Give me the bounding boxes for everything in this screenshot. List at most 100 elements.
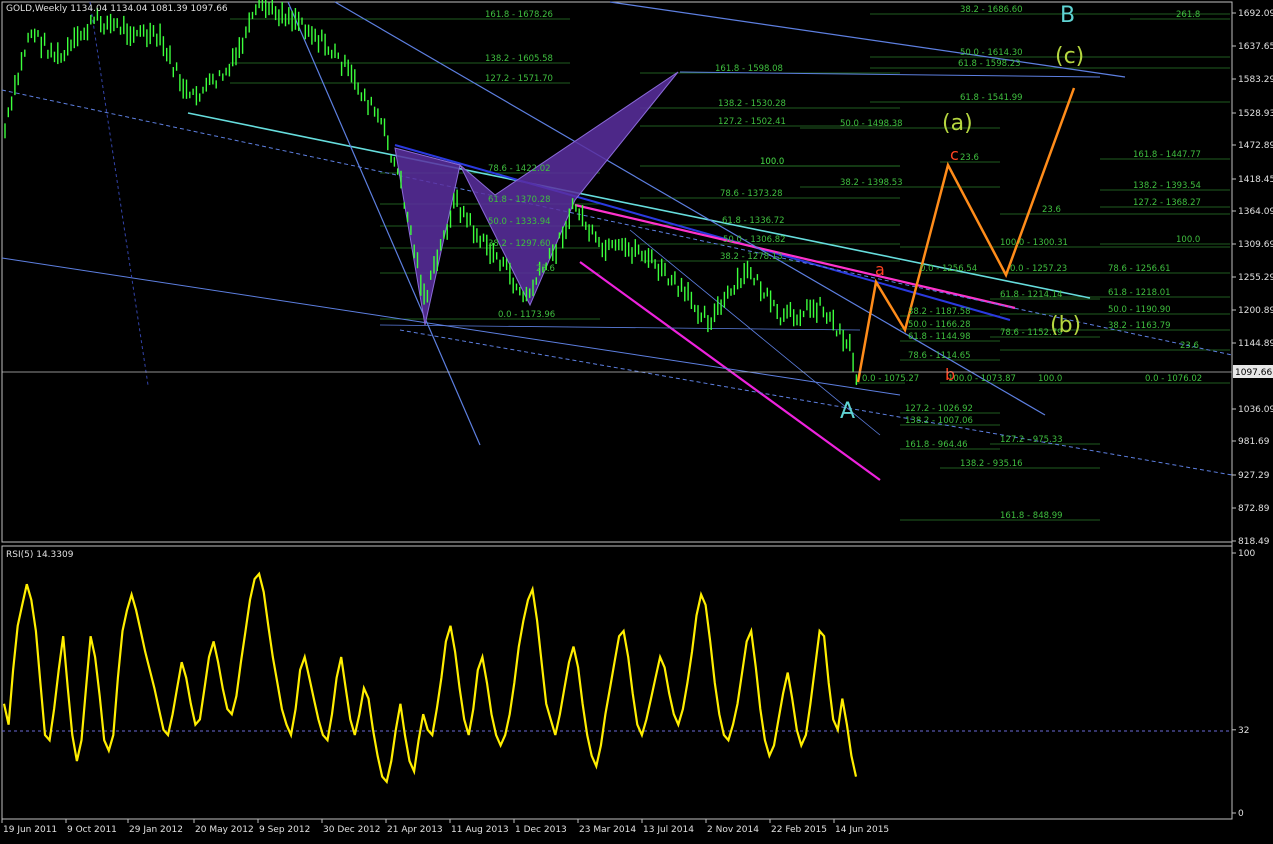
fib-level-label: 50.0 - 1190.90: [1108, 305, 1171, 315]
fib-level-label: 0.0 - 1075.27: [862, 374, 919, 384]
price-tick-label: 1144.89: [1238, 339, 1273, 349]
price-tick-label: 1364.09: [1238, 207, 1273, 217]
wave-label: (b): [1050, 313, 1081, 338]
wave-label: A: [840, 399, 855, 424]
price-tick-label: 1528.93: [1238, 109, 1273, 119]
fib-level-label: 50.0 - 1166.28: [908, 320, 971, 330]
time-tick-label: 9 Sep 2012: [259, 825, 310, 835]
fib-level-label: 138.2 - 1007.06: [905, 416, 973, 426]
time-tick-label: 21 Apr 2013: [387, 825, 443, 835]
rsi-header: RSI(5) 14.3309: [6, 550, 74, 560]
price-tick-label: 872.89: [1238, 504, 1270, 514]
price-tick-label: 981.69: [1238, 437, 1270, 447]
fib-level-label: 61.8 - 1218.01: [1108, 288, 1171, 298]
fib-level-label: 61.8 - 1214.14: [1000, 290, 1063, 300]
trend-line: [89, 1, 149, 386]
time-tick-label: 13 Jul 2014: [643, 825, 694, 835]
time-tick-label: 30 Dec 2012: [323, 825, 381, 835]
time-axis: 19 Jun 2011 9 Oct 2011 29 Jan 2012 20 May 2…: [1, 819, 889, 835]
fib-level-label: 0.0 - 1256.54: [920, 264, 977, 274]
trend-line: [579, 261, 881, 481]
trend-line: [379, 324, 861, 331]
time-tick-label: 9 Oct 2011: [67, 825, 117, 835]
fib-level-label: 61.8 - 1336.72: [722, 216, 785, 226]
fib-level-label: 100.0: [1176, 235, 1200, 245]
wave-label: (c): [1055, 44, 1084, 69]
wave-label: a: [875, 260, 885, 279]
fib-level-label: 38.2 - 1278.13: [720, 252, 783, 262]
fib-level-label: 0.0 - 1173.96: [498, 310, 555, 320]
fib-level-label: 78.6 - 1256.61: [1108, 264, 1171, 274]
fib-level-label: 38.2 - 1187.58: [908, 307, 971, 317]
fib-level-label: 161.8 - 848.99: [1000, 511, 1063, 521]
trend-line: [574, 203, 1016, 310]
price-tick-label: 1637.65: [1238, 42, 1273, 52]
price-axis: 1692.09 1637.65 1583.29 1528.93 1472.89 1418.…: [1232, 9, 1273, 547]
fib-level-label: 161.8 - 964.46: [905, 440, 968, 450]
trend-line: [609, 1, 1126, 78]
wave-label: c: [950, 145, 959, 164]
time-tick-label: 11 Aug 2013: [451, 825, 509, 835]
symbol-header: GOLD,Weekly 1134.04 1134.04 1081.39 1097…: [6, 4, 228, 14]
fib-level-label: 161.8 - 1598.08: [715, 64, 783, 74]
fib-level-label: 100.0 - 1300.31: [1000, 238, 1068, 248]
fib-level-label: 23.6: [536, 264, 555, 274]
wave-label: B: [1060, 3, 1075, 28]
fib-level-label: 78.6 - 1422.02: [488, 164, 551, 174]
rsi-tick-label: 100: [1238, 549, 1255, 559]
price-tick-label: 1472.89: [1238, 141, 1273, 151]
fib-level-label: 38.2 - 1686.60: [960, 5, 1023, 15]
current-price-value: 1097.66: [1235, 368, 1272, 378]
time-tick-label: 1 Dec 2013: [515, 825, 567, 835]
fib-level-label: 138.2 - 1605.58: [485, 54, 553, 64]
fib-level-label: 261.8: [1176, 10, 1200, 20]
fib-level-label: 100.0 - 1073.87: [948, 374, 1016, 384]
fib-level-label: 127.2 - 1502.41: [718, 117, 786, 127]
price-tick-label: 818.49: [1238, 537, 1270, 547]
price-tick-label: 927.29: [1238, 471, 1270, 481]
fib-level-label: 23.6: [960, 153, 979, 163]
fib-level-label: 61.8 - 1370.28: [488, 195, 551, 205]
fib-level-label: 78.6 - 1114.65: [908, 351, 971, 361]
price-tick-label: 1036.09: [1238, 405, 1273, 415]
fib-level-lines: [230, 13, 1230, 521]
fib-level-label: 38.2 - 1398.53: [840, 178, 903, 188]
rsi-line: [2, 571, 858, 785]
time-tick-label: 19 Jun 2011: [3, 825, 57, 835]
fib-level-label: 50.0 - 1498.38: [840, 119, 903, 129]
fib-level-label: 161.8 - 1678.26: [485, 10, 553, 20]
fib-level-label: 0.0 - 1076.02: [1145, 374, 1202, 384]
wave-label: b: [945, 365, 955, 384]
gold-weekly-chart: 161.8 - 1678.26 138.2 - 1605.58 127.2 - 15…: [1, 0, 1273, 835]
price-tick-label: 1255.29: [1238, 273, 1273, 283]
price-tick-label: 1418.45: [1238, 175, 1273, 185]
trend-line: [1, 257, 901, 396]
rsi-tick-label: 32: [1238, 726, 1249, 736]
fib-level-label: 23.6: [1180, 341, 1199, 351]
price-tick-label: 1309.69: [1238, 240, 1273, 250]
time-tick-label: 29 Jan 2012: [129, 825, 183, 835]
fib-level-label: 38.2 - 1163.79: [1108, 321, 1171, 331]
fib-level-label: 138.2 - 1393.54: [1133, 181, 1201, 191]
fib-level-label: 50.0 - 1306.82: [723, 235, 786, 245]
time-tick-label: 22 Feb 2015: [771, 825, 827, 835]
fib-level-label: 138.2 - 935.16: [960, 459, 1023, 469]
time-tick-label: 20 May 2012: [195, 825, 254, 835]
fib-level-label: 61.8 - 1541.99: [960, 93, 1023, 103]
fib-level-label: 50.0 - 1614.30: [960, 48, 1023, 58]
time-tick-label: 14 Jun 2015: [835, 825, 889, 835]
price-tick-label: 1692.09: [1238, 9, 1273, 19]
fib-level-label: 127.2 - 975.33: [1000, 435, 1063, 445]
fib-level-label: 0.0 - 1257.23: [1010, 264, 1067, 274]
wave-label: (a): [942, 111, 973, 136]
fib-level-label: 100.0: [760, 157, 784, 167]
trend-line: [287, 1, 481, 446]
fib-level-label: 23.6: [1042, 205, 1061, 215]
fib-level-label: 127.2 - 1571.70: [485, 74, 553, 84]
fib-level-label: 61.8 - 1144.98: [908, 332, 971, 342]
fib-level-label: 100.0: [1038, 374, 1062, 384]
rsi-axis: 100 32 0: [1232, 549, 1255, 819]
fib-level-label: 127.2 - 1026.92: [905, 404, 973, 414]
rsi-tick-label: 0: [1238, 809, 1244, 819]
fib-level-label: 50.0 - 1333.94: [488, 217, 551, 227]
